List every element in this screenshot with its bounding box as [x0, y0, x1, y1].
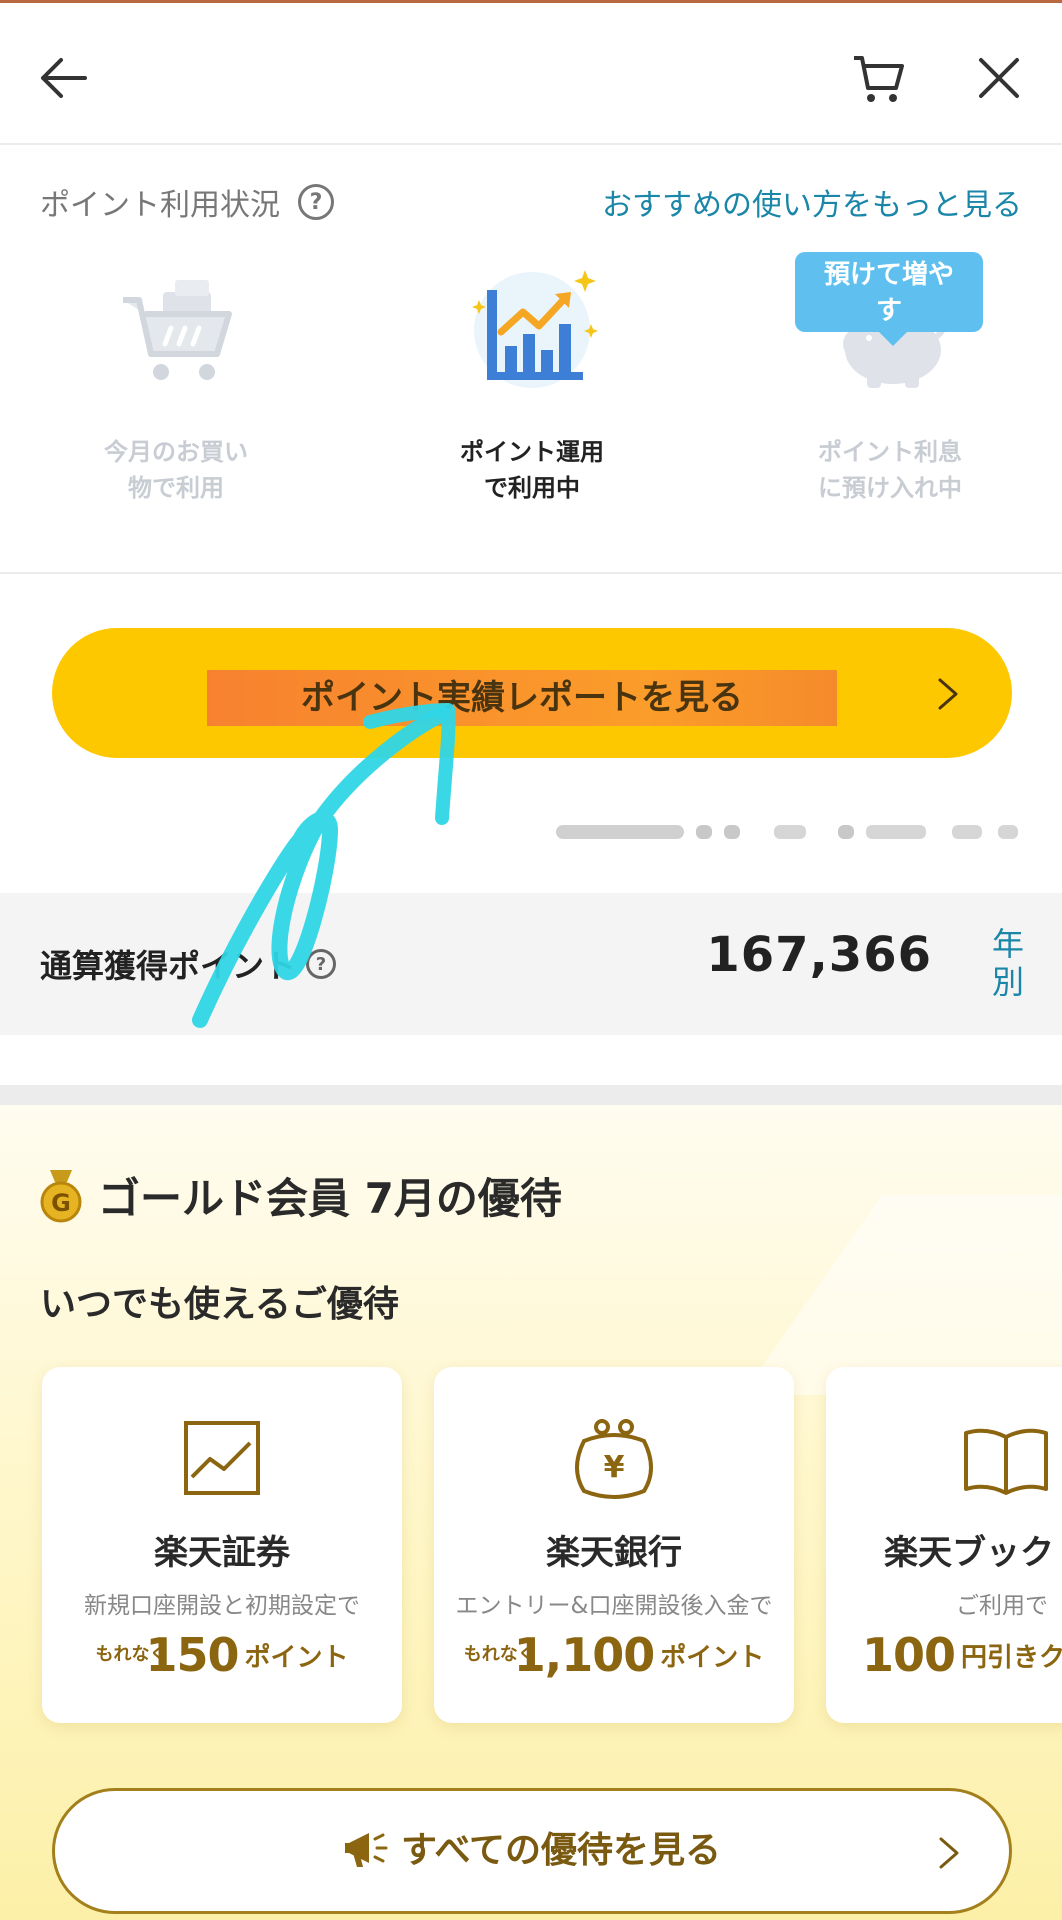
benefit-card-bank[interactable]: ¥ 楽天銀行 エントリー&口座開設後入金で もれなく 1,100 ポイント — [434, 1367, 794, 1723]
usage-label-investment: ポイント運用 で利用中 — [460, 438, 604, 502]
yearly-link[interactable]: 年 別 — [990, 925, 1026, 1001]
total-points-label: 通算獲得ポイント — [40, 947, 297, 985]
chevron-right-icon — [939, 1837, 959, 1869]
total-points-row: 通算獲得ポイント ? 167,366 年 別 — [0, 893, 1062, 1035]
card-desc: 新規口座開設と初期設定で — [84, 1593, 360, 1619]
close-icon — [979, 58, 1019, 98]
more-usage-link[interactable]: おすすめの使い方をもっと見る — [602, 180, 1022, 224]
usage-title-row: ポイント利用状況 ? — [40, 180, 334, 224]
usage-item-investment[interactable]: ポイント運用 で利用中 — [412, 250, 652, 506]
close-button[interactable] — [964, 43, 1034, 113]
wallet-yen-icon: ¥ — [575, 1419, 653, 1499]
section-gap — [0, 1085, 1062, 1105]
card-offer: もれなく 1,100 ポイント — [463, 1628, 765, 1682]
point-report-label: ポイント実績レポートを見る — [301, 678, 743, 718]
gold-title: ゴールド会員 7月の優待 — [98, 1174, 562, 1223]
usage-label-shopping: 今月のお買い 物で利用 — [104, 438, 248, 502]
card-offer: 100 円引きク — [862, 1628, 1062, 1682]
usage-title: ポイント利用状況 — [40, 188, 280, 223]
card-name: 楽天証券 — [154, 1533, 290, 1573]
all-benefits-button[interactable]: すべての優待を見る — [52, 1788, 1012, 1914]
megaphone-icon — [344, 1833, 388, 1867]
chevron-right-icon — [938, 678, 958, 710]
usage-item-shopping[interactable]: 今月のお買い 物で利用 — [56, 250, 296, 506]
svg-text:G: G — [51, 1189, 71, 1217]
book-icon — [964, 1428, 1048, 1495]
shopping-cart-icon — [101, 250, 251, 400]
decorative-stripe — [741, 1195, 1062, 1395]
header-bar — [0, 3, 1062, 145]
all-benefits-label: すべての優待を見る — [55, 1791, 1009, 1911]
back-button[interactable] — [28, 43, 98, 113]
always-benefits-title: いつでも使えるご優待 — [40, 1284, 399, 1325]
total-points-value: 167,366 — [706, 927, 932, 983]
arrow-left-icon — [41, 58, 87, 98]
cart-icon — [854, 56, 904, 102]
card-desc: ご利用で — [956, 1593, 1048, 1619]
card-desc: エントリー&口座開設後入金で — [455, 1593, 773, 1619]
chart-icon — [184, 1421, 260, 1495]
total-points-label-row: 通算獲得ポイント ? — [40, 941, 337, 987]
deposit-bubble: 預けて増や す — [795, 252, 983, 346]
card-offer: もれなく 150 ポイント — [95, 1628, 349, 1682]
gold-benefits-section: G ゴールド会員 7月の優待 いつでも使えるご優待 楽天証券 新規口座開設と初期… — [0, 1105, 1062, 1920]
investment-chart-icon — [457, 250, 607, 400]
gold-medal-icon: G — [40, 1169, 82, 1222]
help-icon[interactable]: ? — [298, 184, 334, 220]
usage-label-interest: ポイント利息 に預け入れ中 — [818, 438, 962, 502]
point-report-button[interactable]: ポイント実績レポートを見る — [52, 628, 1012, 758]
benefit-card-securities[interactable]: 楽天証券 新規口座開設と初期設定で もれなく 150 ポイント — [42, 1367, 402, 1723]
section-divider — [0, 572, 1062, 574]
redacted-info — [556, 825, 1018, 839]
cart-button[interactable] — [843, 43, 913, 113]
gold-title-row: G ゴールド会員 7月の優待 — [40, 1165, 562, 1226]
card-name: 楽天銀行 — [546, 1533, 682, 1573]
card-name: 楽天ブック — [884, 1533, 1054, 1573]
svg-text:¥: ¥ — [604, 1450, 625, 1485]
help-icon[interactable]: ? — [306, 949, 337, 979]
benefit-card-books[interactable]: 楽天ブック ご利用で 100 円引きク — [826, 1367, 1062, 1723]
